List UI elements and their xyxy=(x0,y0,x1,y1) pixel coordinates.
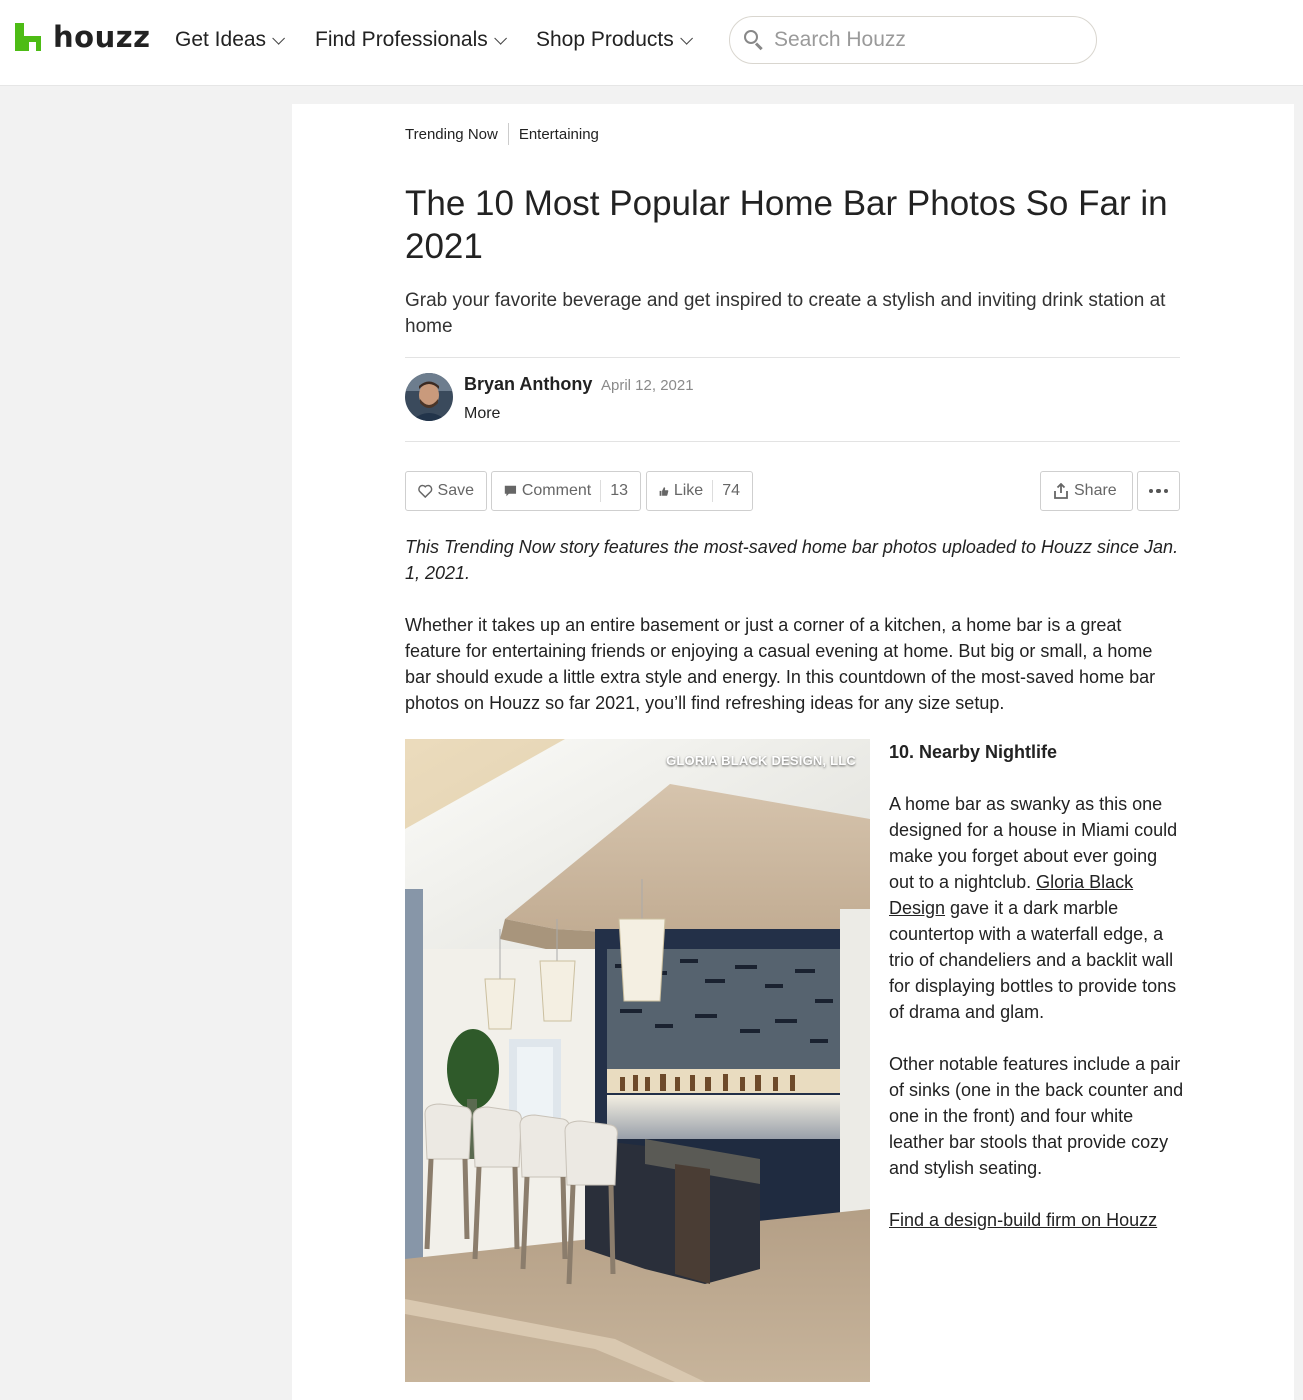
photo-credit[interactable]: GLORIA BLACK DESIGN, LLC xyxy=(666,753,856,768)
publish-date: April 12, 2021 xyxy=(601,377,694,394)
home-bar-photo[interactable]: GLORIA BLACK DESIGN, LLC xyxy=(405,739,870,1382)
nav-label: Find Professionals xyxy=(315,28,488,51)
entry-cta: Find a design-build firm on Houzz xyxy=(889,1207,1184,1233)
article-body: Whether it takes up an entire basement o… xyxy=(405,615,1156,713)
save-label: Save xyxy=(437,482,474,499)
chevron-down-icon xyxy=(272,31,286,45)
like-count: 74 xyxy=(712,480,740,502)
comment-icon xyxy=(504,485,517,497)
save-button[interactable]: Save xyxy=(405,471,487,511)
heart-icon xyxy=(418,484,433,498)
breadcrumb-entertaining[interactable]: Entertaining xyxy=(519,126,599,143)
nav-label: Get Ideas xyxy=(175,28,267,51)
nav-find-professionals[interactable]: Find Professionals xyxy=(315,26,507,54)
divider xyxy=(405,441,1180,442)
nav-shop-products[interactable]: Shop Products xyxy=(536,26,693,54)
comment-count: 13 xyxy=(600,480,628,502)
breadcrumb-divider xyxy=(507,123,509,145)
article-panel: Trending Now Entertaining The 10 Most Po… xyxy=(292,104,1294,1400)
author-more-link[interactable]: More xyxy=(464,405,500,423)
entry-paragraph-2: Other notable features include a pair of… xyxy=(889,1054,1184,1178)
top-navigation-bar: houzz Get Ideas Find Professionals Shop … xyxy=(0,0,1303,86)
search-box xyxy=(729,16,1097,64)
comment-label: Comment xyxy=(521,482,592,499)
share-button[interactable]: Share xyxy=(1040,471,1133,511)
search-input[interactable] xyxy=(774,28,1074,52)
chevron-down-icon xyxy=(494,31,507,45)
entry-text: 10. Nearby Nightlife A home bar as swank… xyxy=(889,739,1184,1259)
houzz-logo-icon xyxy=(15,23,41,51)
nav-get-ideas[interactable]: Get Ideas xyxy=(175,26,286,54)
entry-text-before-link: A home bar as swanky as this one designe… xyxy=(889,794,1178,892)
share-label: Share xyxy=(1074,482,1117,499)
divider xyxy=(405,357,1180,358)
breadcrumb: Trending Now Entertaining xyxy=(405,123,599,145)
thumbs-up-icon xyxy=(659,486,669,496)
share-icon xyxy=(1054,483,1068,499)
entry-heading: 10. Nearby Nightlife xyxy=(889,742,1058,762)
ellipsis-icon xyxy=(1148,488,1169,494)
more-options-button[interactable] xyxy=(1137,471,1180,511)
breadcrumb-trending-now[interactable]: Trending Now xyxy=(405,126,498,143)
chevron-down-icon xyxy=(680,31,693,45)
article-subtitle: Grab your favorite beverage and get insp… xyxy=(405,290,1166,337)
houzz-logo[interactable]: houzz xyxy=(15,20,150,54)
entry-paragraph-1: A home bar as swanky as this one designe… xyxy=(889,791,1184,1025)
comment-button[interactable]: Comment 13 xyxy=(491,471,641,511)
article-title: The 10 Most Popular Home Bar Photos So F… xyxy=(405,184,1168,266)
author-avatar[interactable] xyxy=(405,373,453,421)
like-label: Like xyxy=(673,482,704,499)
article-intro: This Trending Now story features the mos… xyxy=(405,537,1179,583)
author-name[interactable]: Bryan Anthony xyxy=(464,374,592,395)
logo-text: houzz xyxy=(53,20,151,54)
search-icon xyxy=(744,30,764,51)
nav-label: Shop Products xyxy=(536,28,674,51)
home-bar-image xyxy=(405,739,870,1382)
like-button[interactable]: Like 74 xyxy=(646,471,753,511)
find-design-build-firm-link[interactable]: Find a design-build firm on Houzz xyxy=(889,1210,1157,1230)
